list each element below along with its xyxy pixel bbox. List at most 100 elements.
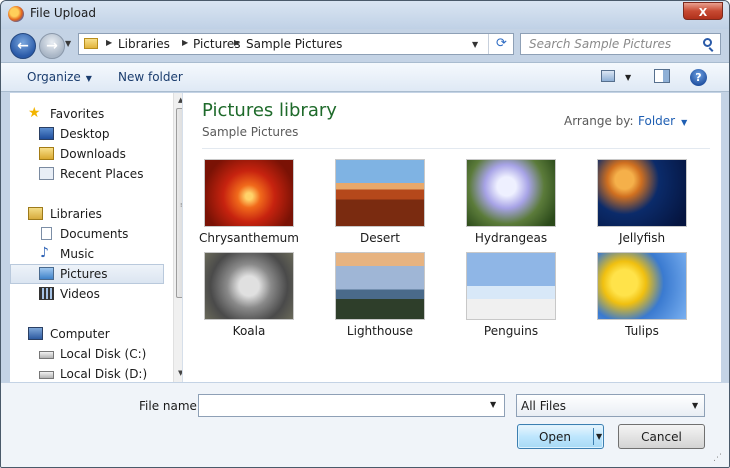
file-item[interactable]: Tulips — [587, 252, 697, 344]
cancel-button[interactable]: Cancel — [618, 424, 705, 449]
sidebar-item-label: Pictures — [60, 267, 108, 281]
file-name-input[interactable] — [198, 394, 505, 417]
file-item[interactable]: Koala — [194, 252, 304, 344]
sidebar-item-label: Favorites — [50, 107, 105, 121]
sidebar-item-computer[interactable]: Computer — [10, 325, 164, 343]
sidebar-item-label: Music — [60, 247, 95, 261]
title-bar: File Upload X — [1, 1, 729, 29]
sidebar-item-favorites[interactable]: ★ Favorites — [10, 105, 164, 123]
breadcrumb-separator-icon[interactable]: ▶ — [106, 38, 112, 47]
star-icon: ★ — [28, 105, 41, 121]
chevron-down-icon: ▼ — [692, 401, 699, 410]
file-item[interactable]: Penguins — [456, 252, 566, 344]
sidebar-item-label: Libraries — [50, 207, 102, 221]
libraries-icon — [28, 207, 43, 220]
sidebar-item-music[interactable]: ♪ Music — [10, 245, 164, 263]
open-button[interactable]: Open ▼ — [517, 424, 604, 449]
music-icon: ♪ — [40, 245, 49, 261]
sidebar-item-label: Downloads — [60, 147, 126, 161]
view-options-dropdown-icon[interactable]: ▼ — [625, 73, 631, 82]
sidebar-item-recent-places[interactable]: Recent Places — [10, 165, 164, 183]
navigation-scrollbar[interactable]: ▲ ≡ ▼ — [173, 93, 182, 382]
breadcrumb-sample-pictures[interactable]: Sample Pictures — [246, 37, 342, 51]
sidebar-item-desktop[interactable]: Desktop — [10, 125, 164, 143]
sidebar-item-downloads[interactable]: Downloads — [10, 145, 164, 163]
breadcrumb-separator-icon[interactable]: ▶ — [182, 38, 188, 47]
open-button-label: Open — [538, 430, 572, 444]
sidebar-item-label: Videos — [60, 287, 100, 301]
history-dropdown-icon[interactable]: ▼ — [65, 39, 71, 48]
search-input[interactable]: Search Sample Pictures — [520, 33, 721, 55]
arrange-by-label: Arrange by: — [564, 114, 634, 128]
search-icon[interactable] — [703, 38, 712, 47]
file-list: Pictures library Sample Pictures Arrange… — [183, 93, 721, 382]
image-thumbnail — [204, 159, 294, 227]
disk-drive-icon — [39, 351, 54, 359]
recent-places-icon — [39, 167, 54, 180]
open-options-dropdown-icon[interactable]: ▼ — [596, 432, 602, 441]
file-type-value: All Files — [521, 399, 567, 413]
sidebar-item-label: Computer — [50, 327, 110, 341]
file-name-label: Lighthouse — [346, 324, 414, 338]
documents-icon — [41, 227, 52, 240]
arrange-by-dropdown[interactable]: Folder ▼ — [638, 114, 687, 128]
image-thumbnail — [466, 252, 556, 320]
file-upload-dialog: File Upload X ← → ▼ ▶ Libraries ▶ Pictur… — [0, 0, 730, 468]
scrollbar-thumb[interactable]: ≡ — [176, 108, 182, 298]
image-thumbnail — [335, 252, 425, 320]
file-type-select[interactable]: All Files ▼ — [516, 394, 705, 417]
file-item[interactable]: Chrysanthemum — [194, 159, 304, 251]
preview-pane-icon[interactable] — [654, 69, 670, 83]
image-thumbnail — [204, 252, 294, 320]
navigation-bar: ← → ▼ ▶ Libraries ▶ Pictures ▶ Sample Pi… — [1, 29, 729, 61]
sidebar-item-local-disk-c[interactable]: Local Disk (C:) — [10, 345, 164, 363]
sidebar-item-local-disk-d[interactable]: Local Disk (D:) — [10, 365, 164, 382]
sidebar-item-label: Local Disk (D:) — [60, 367, 148, 381]
firefox-icon — [8, 6, 24, 22]
resize-grip-icon[interactable]: ⋰ — [713, 453, 722, 463]
organize-button[interactable]: Organize ▼ — [27, 70, 92, 84]
header-divider — [202, 148, 710, 149]
file-name-dropdown-icon[interactable]: ▼ — [490, 400, 496, 409]
file-item[interactable]: Jellyfish — [587, 159, 697, 251]
refresh-icon[interactable]: ⟳ — [488, 34, 514, 54]
sidebar-item-label: Local Disk (C:) — [60, 347, 147, 361]
file-name-label: Desert — [360, 231, 400, 245]
file-name-label: Hydrangeas — [474, 231, 548, 245]
file-name-label: Penguins — [483, 324, 539, 338]
file-name-label: Chrysanthemum — [199, 231, 299, 245]
image-thumbnail — [335, 159, 425, 227]
sidebar-item-videos[interactable]: Videos — [10, 285, 164, 303]
image-thumbnail — [466, 159, 556, 227]
file-item[interactable]: Lighthouse — [325, 252, 435, 344]
breadcrumb-separator-icon[interactable]: ▶ — [234, 38, 240, 47]
address-dropdown-icon[interactable]: ▼ — [472, 40, 478, 49]
forward-button[interactable]: → — [39, 33, 65, 59]
desktop-icon — [39, 127, 54, 140]
image-thumbnail — [597, 252, 687, 320]
file-item[interactable]: Desert — [325, 159, 435, 251]
address-bar[interactable]: ▶ Libraries ▶ Pictures ▶ Sample Pictures… — [78, 33, 514, 55]
file-name-label: Tulips — [625, 324, 659, 338]
chevron-down-icon: ▼ — [85, 74, 92, 83]
sidebar-item-documents[interactable]: Documents — [10, 225, 164, 243]
disk-drive-icon — [39, 371, 54, 379]
downloads-folder-icon — [39, 147, 54, 160]
arrange-by-value: Folder — [638, 114, 676, 128]
sidebar-item-pictures[interactable]: Pictures — [10, 264, 164, 284]
breadcrumb-libraries[interactable]: Libraries — [118, 37, 170, 51]
new-folder-button[interactable]: New folder — [118, 70, 183, 84]
file-item[interactable]: Hydrangeas — [456, 159, 566, 251]
change-view-icon[interactable] — [601, 70, 615, 82]
image-thumbnail — [597, 159, 687, 227]
close-button[interactable]: X — [683, 2, 723, 20]
sidebar-item-label: Desktop — [60, 127, 110, 141]
sidebar-item-libraries[interactable]: Libraries — [10, 205, 164, 223]
sidebar-item-label: Recent Places — [60, 167, 144, 181]
computer-icon — [28, 327, 43, 340]
file-name-label: Koala — [232, 324, 266, 338]
help-icon[interactable]: ? — [690, 69, 707, 86]
library-title: Pictures library — [202, 100, 337, 121]
organize-label: Organize — [27, 70, 81, 84]
back-button[interactable]: ← — [10, 33, 36, 59]
